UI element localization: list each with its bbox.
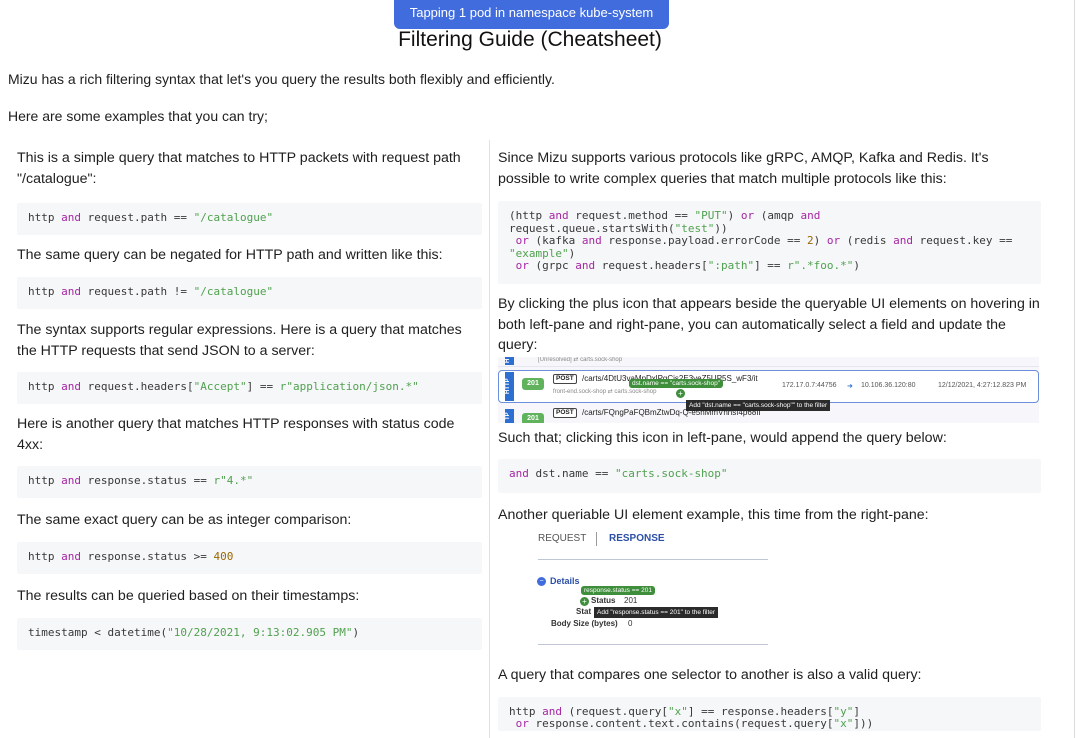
example-description: Here is another query that matches HTTP … <box>17 416 455 453</box>
intro-text: Mizu has a rich filtering syntax that le… <box>8 71 555 87</box>
example-description: The same query can be negated for HTTP p… <box>17 247 443 263</box>
status-badge: 201 <box>522 378 544 390</box>
query-code-block[interactable]: http and (request.query["x"] == response… <box>498 697 1041 731</box>
entries-list-screenshot: H [Unresolved] ⇄ carts.sock-shop HTTP 20… <box>498 357 1039 423</box>
right-column: Since Mizu supports various protocols li… <box>498 148 1041 731</box>
status-value: 201 <box>624 596 638 605</box>
example-description: The same exact query can be as integer c… <box>17 512 352 528</box>
query-code-block[interactable]: and dst.name == "carts.sock-shop" <box>498 459 1041 493</box>
query-code-block[interactable]: timestamp < datetime("10/28/2021, 9:13:0… <box>17 618 482 650</box>
page-title: Filtering Guide (Cheatsheet) <box>398 28 662 51</box>
status-badge: 201 <box>522 413 544 423</box>
plus-icon[interactable]: + <box>676 389 685 398</box>
example-description: A query that compares one selector to an… <box>498 667 922 683</box>
page-scrollbar[interactable] <box>1074 0 1080 738</box>
add-filter-tooltip: Add "response.status == 201" to the filt… <box>594 607 719 618</box>
body-size-label: Body Size (bytes) <box>551 619 618 628</box>
body-size-value: 0 <box>628 619 633 628</box>
tapping-status-banner: Tapping 1 pod in namespace kube-system <box>394 0 669 29</box>
entry-timestamp: 12/12/2021, 4:27:12.823 PM <box>938 382 1027 389</box>
protocol-tag: H <box>505 357 514 365</box>
example-description: This is a simple query that matches to H… <box>17 150 461 187</box>
details-section-label[interactable]: Details <box>550 576 580 586</box>
query-code-block[interactable]: (http and request.method == "PUT") or (a… <box>498 201 1041 284</box>
tab-request[interactable]: REQUEST <box>538 533 586 544</box>
query-code-block[interactable]: http and request.headers["Accept"] == r"… <box>17 372 482 404</box>
query-code-block[interactable]: http and request.path == "/catalogue" <box>17 203 482 235</box>
column-divider <box>489 140 490 738</box>
query-tooltip: response.status == 201 <box>581 586 655 595</box>
query-code-block[interactable]: http and response.status >= 400 <box>17 542 482 574</box>
entry-details-screenshot: REQUEST RESPONSE − Details response.stat… <box>498 527 770 655</box>
status-text-label: Stat <box>576 607 592 616</box>
source-ip: 172.17.0.7:44756 <box>782 382 837 389</box>
example-description: Such that; clicking this icon in left-pa… <box>498 430 947 446</box>
query-code-block[interactable]: http and response.status == r"4.*" <box>17 466 482 498</box>
entry-path: /carts/FQngPaFQBmZtwDq-Q-e5hMmVhnsf4p68I… <box>582 408 761 417</box>
example-description: By clicking the plus icon that appears b… <box>498 296 1040 353</box>
example-description: Since Mizu supports various protocols li… <box>498 150 989 187</box>
destination-ip: 10.106.36.120:80 <box>861 382 916 389</box>
status-label: Status <box>591 596 616 605</box>
left-column: This is a simple query that matches to H… <box>17 148 482 650</box>
example-description: The syntax supports regular expressions.… <box>17 322 462 359</box>
chevron-down-icon[interactable]: − <box>537 577 546 586</box>
plus-icon[interactable]: + <box>580 597 589 606</box>
method-badge: POST <box>553 408 577 418</box>
query-code-block[interactable]: http and request.path != "/catalogue" <box>17 277 482 309</box>
example-description: The results can be queried based on thei… <box>17 588 360 604</box>
protocol-tag: HTTP <box>505 372 514 401</box>
example-description: Another queriable UI element example, th… <box>498 507 929 523</box>
protocol-tag: TP <box>505 409 514 423</box>
method-badge: POST <box>553 374 577 384</box>
arrow-right-icon: ➜ <box>847 383 853 390</box>
tab-response[interactable]: RESPONSE <box>609 533 665 544</box>
intro-examples-text: Here are some examples that you can try; <box>8 108 268 124</box>
query-tooltip: dst.name == "carts.sock-shop" <box>629 379 724 388</box>
